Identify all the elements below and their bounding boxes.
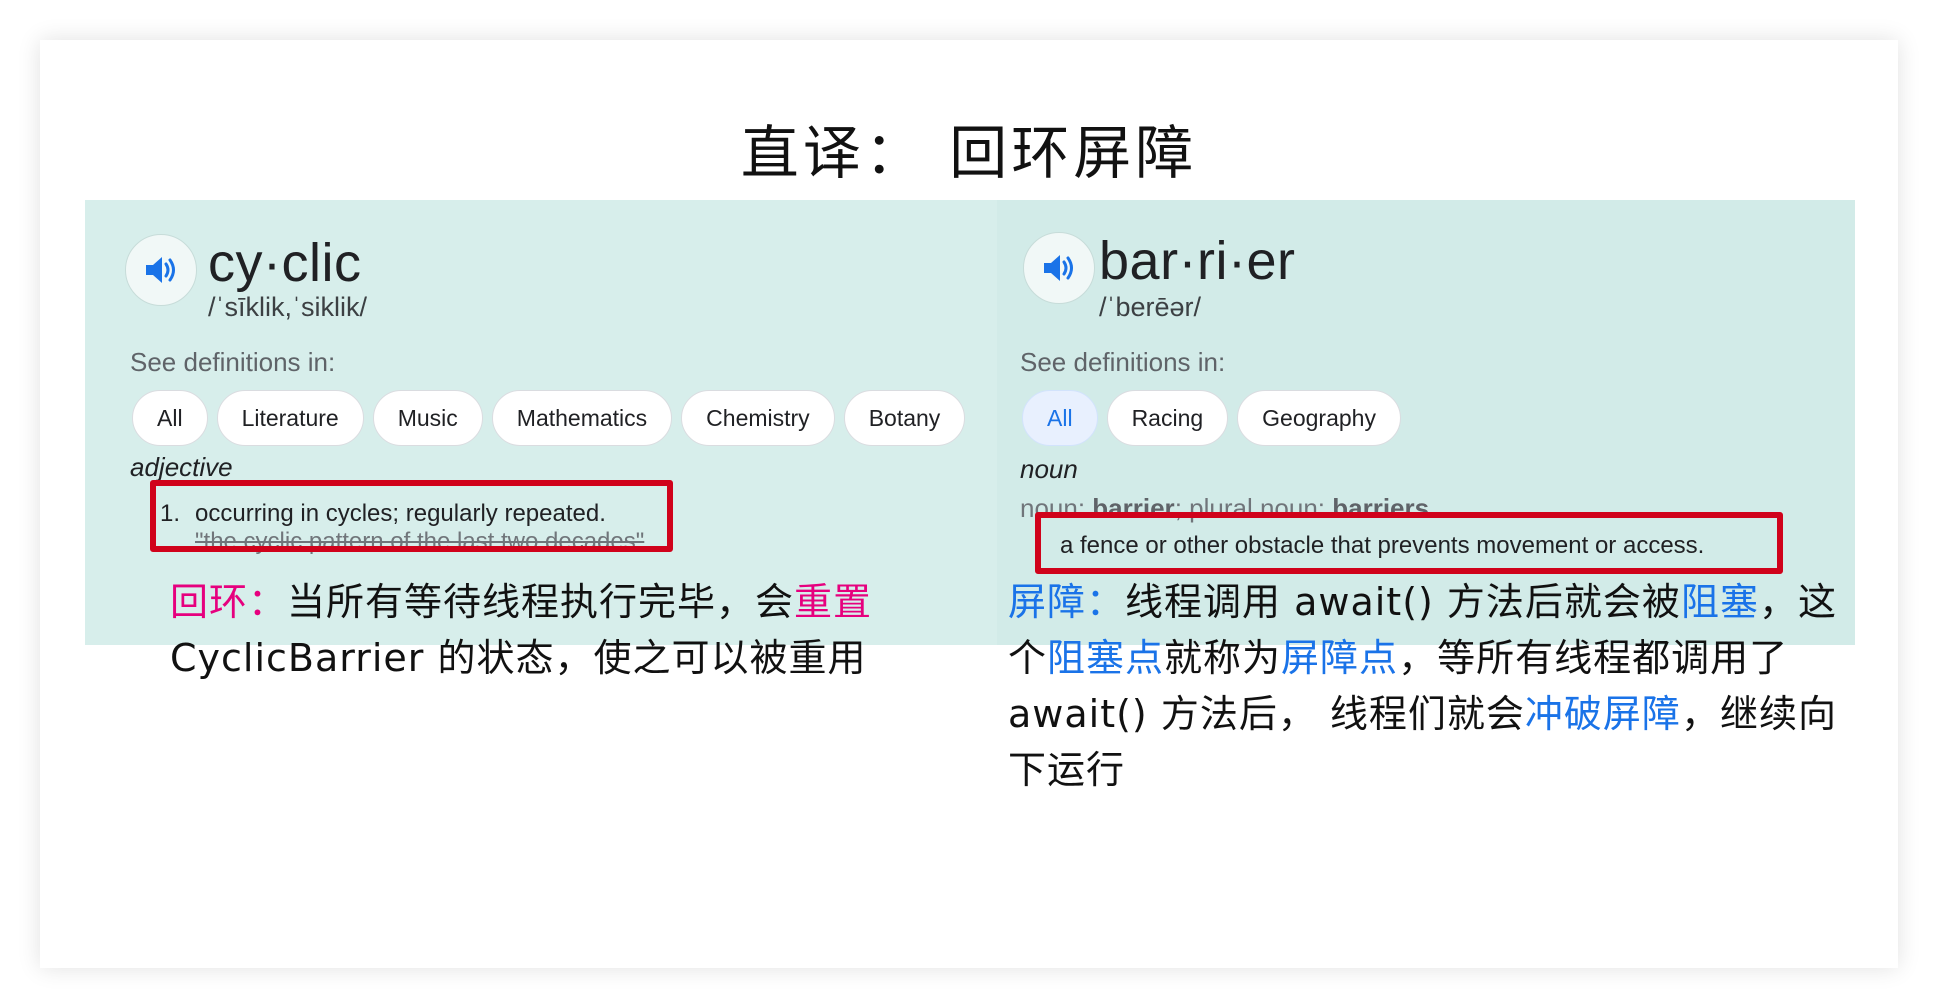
barrier-see-definitions-label: See definitions in: [1020, 347, 1226, 377]
barrier-phonetic: /ˈberēər/ [1099, 292, 1202, 322]
note-highlight-blocked: 阻塞 [1680, 580, 1759, 624]
chip-all[interactable]: All [1022, 390, 1098, 446]
note-text: 线程调用 await() 方法后就会被 [1125, 580, 1681, 624]
cyclic-phonetic: /ˈsīklik,ˈsiklik/ [208, 292, 367, 322]
chip-mathematics[interactable]: Mathematics [491, 390, 673, 446]
chip-chemistry[interactable]: Chemistry [681, 390, 835, 446]
barrier-pronounce-button[interactable] [1023, 232, 1095, 304]
chip-botany[interactable]: Botany [843, 390, 966, 446]
slide-card: 直译： 回环屏障 cy·clic /ˈsīklik,ˈsiklik/ See d… [40, 40, 1898, 968]
note-highlight-barrier-point: 屏障点 [1281, 636, 1399, 680]
note-label-barrier: 屏障： [1008, 580, 1126, 624]
speaker-icon [146, 257, 175, 283]
barrier-category-chips: All Racing Geography [1022, 390, 1401, 446]
cyclic-see-definitions-label: See definitions in: [130, 347, 336, 377]
chip-racing[interactable]: Racing [1106, 390, 1229, 446]
cyclic-headword: cy·clic [208, 233, 362, 293]
cyclic-pronounce-button[interactable] [125, 234, 197, 306]
note-text: 当所有等待线程执行完毕，会 [287, 580, 795, 624]
note-highlight-reset: 重置 [794, 580, 873, 624]
chip-all[interactable]: All [132, 390, 208, 446]
chip-music[interactable]: Music [372, 390, 483, 446]
note-label-cyclic: 回环： [170, 580, 288, 624]
cyclic-category-chips: All Literature Music Mathematics Chemist… [132, 390, 966, 446]
note-text: CyclicBarrier 的状态，使之可以被重用 [170, 636, 867, 680]
barrier-part-of-speech: noun [1020, 454, 1078, 484]
note-highlight-block-point: 阻塞点 [1047, 636, 1165, 680]
barrier-highlight-box [1035, 512, 1783, 574]
cyclic-highlight-box [150, 480, 673, 552]
barrier-note: 屏障：线程调用 await() 方法后就会被阻塞，这个阻塞点就称为屏障点，等所有… [1008, 574, 1868, 798]
note-highlight-break-barrier: 冲破屏障 [1524, 692, 1681, 736]
cyclic-note: 回环：当所有等待线程执行完毕，会重置 CyclicBarrier 的状态，使之可以… [170, 574, 950, 686]
speaker-icon [1044, 255, 1073, 281]
cyclic-part-of-speech: adjective [130, 452, 233, 482]
slide-title: 直译： 回环屏障 [740, 119, 1198, 187]
chip-geography[interactable]: Geography [1237, 390, 1401, 446]
barrier-headword: bar·ri·er [1099, 231, 1296, 291]
chip-literature[interactable]: Literature [216, 390, 364, 446]
note-text: 就称为 [1164, 636, 1282, 680]
